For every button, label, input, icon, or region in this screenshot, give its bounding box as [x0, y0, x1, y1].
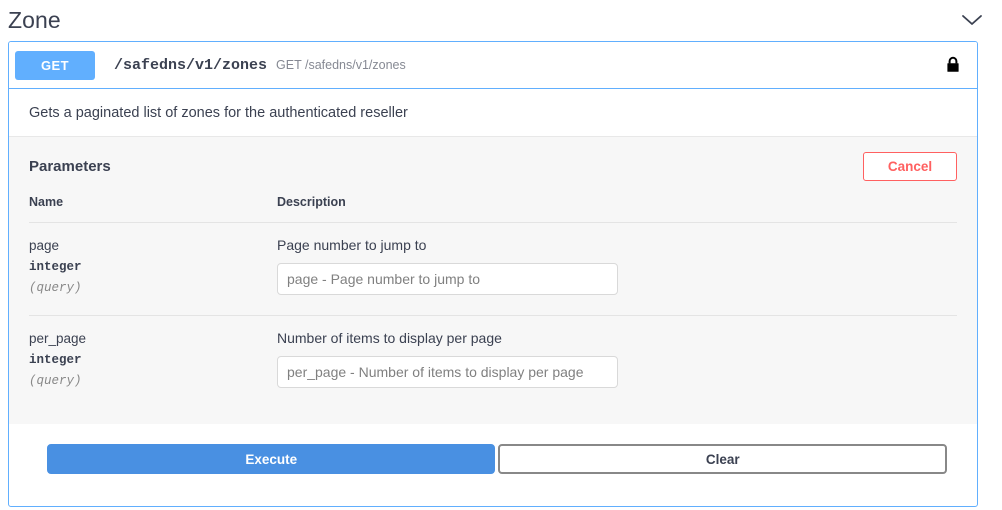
parameter-description-cell: Page number to jump to: [277, 222, 957, 316]
execute-bar: Execute Clear: [9, 424, 977, 474]
parameter-name-cell: per_page integer (query): [29, 316, 277, 409]
parameter-name: per_page: [29, 331, 87, 346]
parameter-input-per-page[interactable]: [277, 356, 618, 388]
parameters-title: Parameters: [29, 157, 111, 175]
operation-path: /safedns/v1/zones: [114, 56, 268, 74]
column-header-description: Description: [277, 195, 957, 223]
table-header-row: Name Description: [29, 195, 957, 223]
swagger-ui-page: Zone GET /safedns/v1/zones GET /safedns/…: [0, 0, 1002, 510]
page-title: Zone: [8, 7, 61, 33]
parameters-table: Name Description page integer (query) Pa…: [29, 195, 957, 408]
parameter-input-page[interactable]: [277, 263, 618, 295]
execute-button[interactable]: Execute: [47, 444, 496, 474]
cancel-button[interactable]: Cancel: [863, 151, 957, 181]
parameters-section: Parameters Cancel Name Description page …: [9, 137, 977, 424]
parameter-location: (query): [29, 281, 82, 295]
chevron-down-icon: [961, 13, 983, 27]
clear-button[interactable]: Clear: [498, 444, 947, 474]
parameters-header: Parameters Cancel: [29, 137, 957, 195]
tag-collapse-button[interactable]: [958, 6, 986, 34]
parameter-location: (query): [29, 374, 82, 388]
column-header-name: Name: [29, 195, 277, 223]
parameters-table-body: page integer (query) Page number to jump…: [29, 222, 957, 409]
parameters-table-head: Name Description: [29, 195, 957, 223]
operation-block-get-zones: GET /safedns/v1/zones GET /safedns/v1/zo…: [8, 41, 978, 507]
parameter-description: Page number to jump to: [277, 237, 427, 253]
operation-summary[interactable]: GET /safedns/v1/zones GET /safedns/v1/zo…: [9, 42, 977, 89]
operation-description-text: Gets a paginated list of zones for the a…: [29, 104, 408, 121]
parameter-description-cell: Number of items to display per page: [277, 316, 957, 409]
tag-header: Zone: [0, 0, 1002, 40]
table-row: page integer (query) Page number to jump…: [29, 222, 957, 316]
parameter-name-cell: page integer (query): [29, 222, 277, 316]
operation-summary-text: GET /safedns/v1/zones: [276, 58, 406, 72]
parameter-name: page: [29, 238, 60, 253]
lock-icon[interactable]: [943, 55, 963, 75]
parameter-type: integer: [29, 353, 82, 367]
parameter-description: Number of items to display per page: [277, 330, 502, 346]
parameter-type: integer: [29, 260, 82, 274]
table-row: per_page integer (query) Number of items…: [29, 316, 957, 409]
http-method-badge: GET: [15, 50, 95, 80]
operation-description: Gets a paginated list of zones for the a…: [9, 89, 977, 137]
